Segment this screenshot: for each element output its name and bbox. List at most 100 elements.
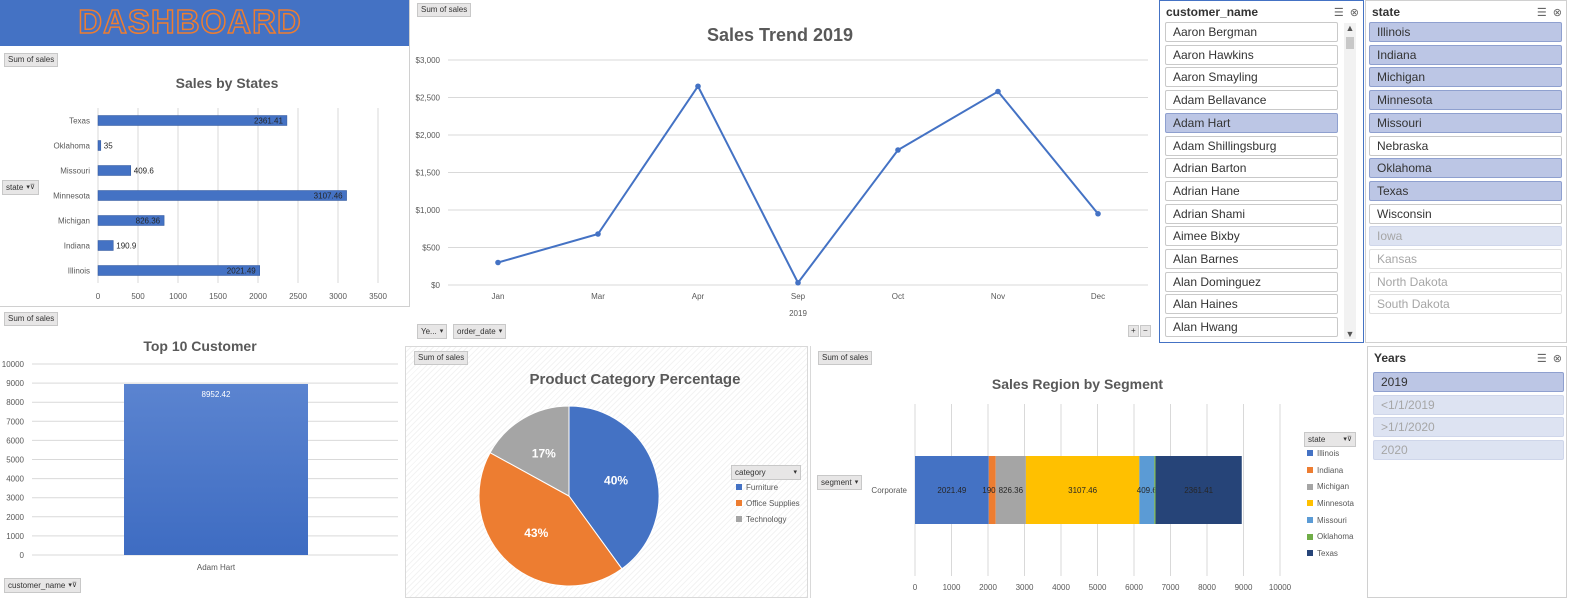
- legend-entry: Missouri: [1307, 512, 1354, 529]
- legend-label: Office Supplies: [746, 498, 800, 508]
- slicer-item[interactable]: >1/1/2020: [1373, 417, 1564, 438]
- slicer-item[interactable]: 2020: [1373, 440, 1564, 461]
- top-customer-field-button[interactable]: Sum of sales: [4, 312, 59, 326]
- slicer-item[interactable]: Adrian Barton: [1165, 158, 1338, 179]
- y-tick-label: $0: [431, 281, 440, 290]
- y-tick-label: Corporate: [871, 486, 907, 495]
- slicer-item[interactable]: Adam Bellavance: [1165, 90, 1338, 111]
- sales-trend-field-button[interactable]: Sum of sales: [417, 3, 472, 17]
- slicer-item[interactable]: Alan Barnes: [1165, 249, 1338, 269]
- slicer-item[interactable]: Aaron Bergman: [1165, 22, 1338, 42]
- y-tick-label: Illinois: [68, 267, 90, 276]
- clear-filter-icon[interactable]: ⊗: [1553, 6, 1562, 19]
- slicer-item[interactable]: Indiana: [1369, 44, 1562, 65]
- customer-name-row-field-button[interactable]: customer_name ▾⊽: [4, 578, 81, 593]
- y-tick-label: $1,000: [416, 206, 441, 215]
- y-tick-label: Texas: [69, 117, 90, 126]
- x-tick-label: 0: [913, 583, 918, 592]
- slicer-item[interactable]: Texas: [1369, 180, 1562, 201]
- legend-swatch: [1307, 500, 1313, 507]
- sales-by-states-field-button[interactable]: Sum of sales: [4, 53, 59, 67]
- series-line: [497, 84, 1099, 285]
- multi-select-icon[interactable]: ☰: [1537, 352, 1547, 365]
- slicer-item[interactable]: Adam Hart: [1165, 112, 1338, 133]
- legend-entry: Minnesota: [1307, 495, 1354, 512]
- product-category-field-button[interactable]: Sum of sales: [414, 351, 469, 365]
- y-tick-label: 6000: [6, 436, 24, 445]
- scroll-down-icon[interactable]: ▼: [1344, 329, 1356, 339]
- years-axis-field-button[interactable]: Ye... ▾: [417, 324, 448, 339]
- x-tick-label: Nov: [991, 292, 1005, 301]
- x-tick-label: 0: [96, 292, 101, 301]
- data-label: 2021.49: [937, 486, 966, 495]
- region-segment-field-button[interactable]: Sum of sales: [818, 351, 873, 365]
- y-tick-label: 10000: [2, 360, 25, 369]
- y-tick-label: $2,500: [416, 94, 441, 103]
- slicer-item[interactable]: South Dakota: [1369, 294, 1562, 315]
- x-tick-label: Jan: [492, 292, 505, 301]
- slicer-item[interactable]: Adam Shillingsburg: [1165, 135, 1338, 156]
- data-point: [795, 279, 801, 286]
- slicer-item[interactable]: Nebraska: [1369, 135, 1562, 156]
- legend-swatch: [1307, 483, 1313, 490]
- slicer-item[interactable]: Alan Dominguez: [1165, 271, 1338, 292]
- chevron-down-icon: ▾: [854, 479, 859, 486]
- slicer-item[interactable]: Adrian Hane: [1165, 180, 1338, 201]
- x-tick-label: 1000: [169, 292, 187, 301]
- customer-name-slicer[interactable]: customer_name ☰ ⊗ Aaron Bergman Aaron Haw…: [1159, 0, 1364, 343]
- slicer-item[interactable]: Aaron Smayling: [1165, 67, 1338, 88]
- data-label: 409.6: [1137, 486, 1158, 495]
- slicer-item[interactable]: Iowa: [1369, 226, 1562, 247]
- x-tick-label: 3000: [329, 292, 347, 301]
- slicer-item[interactable]: Missouri: [1369, 112, 1562, 133]
- y-tick-label: $2,000: [416, 131, 441, 140]
- legend-entry: Oklahoma: [1307, 528, 1354, 545]
- order-date-axis-field-button[interactable]: order_date ▾: [453, 324, 507, 339]
- clear-filter-icon[interactable]: ⊗: [1553, 352, 1562, 365]
- slicer-item[interactable]: 2019: [1373, 372, 1564, 392]
- slicer-item[interactable]: Aaron Hawkins: [1165, 44, 1338, 65]
- scroll-up-icon[interactable]: ▲: [1344, 23, 1356, 33]
- collapse-field-button[interactable]: −: [1140, 325, 1151, 337]
- data-label: 2021.49: [227, 267, 256, 276]
- segment-row-field-label: segment: [821, 478, 852, 487]
- scrollbar[interactable]: ▲ ▼: [1344, 23, 1356, 339]
- slicer-item[interactable]: Adrian Shami: [1165, 203, 1338, 224]
- legend-label: Illinois: [1317, 448, 1340, 458]
- slicer-item[interactable]: Alan Haines: [1165, 294, 1338, 315]
- x-tick-label: 2000: [249, 292, 267, 301]
- clear-filter-icon[interactable]: ⊗: [1350, 6, 1359, 19]
- slicer-item[interactable]: Alan Hwang: [1165, 317, 1338, 338]
- bar: [97, 240, 114, 251]
- slicer-item[interactable]: Michigan: [1369, 67, 1562, 88]
- slicer-item[interactable]: North Dakota: [1369, 271, 1562, 292]
- slicer-item[interactable]: Oklahoma: [1369, 158, 1562, 179]
- expand-field-button[interactable]: +: [1128, 325, 1139, 337]
- y-tick-label: 0: [20, 551, 25, 560]
- x-tick-label: 7000: [1162, 583, 1180, 592]
- slicer-item[interactable]: Aimee Bixby: [1165, 226, 1338, 247]
- x-tick-label: 3500: [369, 292, 387, 301]
- segment-row-field-button[interactable]: segment ▾: [817, 475, 863, 490]
- chevron-down-icon: ▾: [793, 469, 797, 476]
- slicer-item[interactable]: Kansas: [1369, 249, 1562, 269]
- slicer-item[interactable]: Minnesota: [1369, 90, 1562, 111]
- y-tick-label: $3,000: [416, 56, 441, 65]
- multi-select-icon[interactable]: ☰: [1537, 6, 1547, 19]
- order-date-field-label: order_date: [457, 327, 496, 336]
- slicer-item[interactable]: <1/1/2019: [1373, 394, 1564, 415]
- category-legend-field-button[interactable]: category ▾: [731, 465, 801, 480]
- years-slicer[interactable]: Years ☰ ⊗ 2019 <1/1/2019 >1/1/2020 2020: [1367, 346, 1567, 598]
- x-tick-label: 1000: [943, 583, 961, 592]
- bar: [97, 165, 132, 176]
- legend-label: Texas: [1317, 548, 1338, 558]
- slicer-item[interactable]: Illinois: [1369, 22, 1562, 42]
- state-slicer[interactable]: state ☰ ⊗ Illinois Indiana Michigan Minneso…: [1365, 0, 1567, 343]
- y-tick-label: 7000: [6, 417, 24, 426]
- multi-select-icon[interactable]: ☰: [1334, 6, 1344, 19]
- scrollbar-thumb[interactable]: [1346, 37, 1354, 49]
- data-label: 190.9: [116, 242, 137, 251]
- legend-label: Missouri: [1317, 515, 1347, 525]
- slicer-item[interactable]: Wisconsin: [1369, 203, 1562, 224]
- data-point: [495, 259, 501, 266]
